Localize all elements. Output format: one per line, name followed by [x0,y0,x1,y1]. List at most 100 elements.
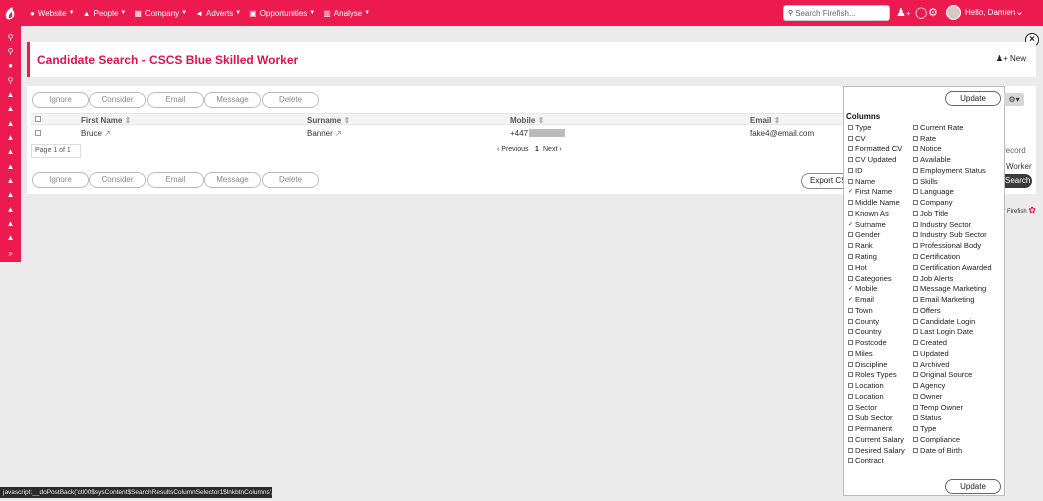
lightbulb-icon[interactable]: ◯ [915,6,927,20]
column-checkbox[interactable] [913,383,918,389]
column-checkbox[interactable] [848,447,853,453]
column-checkbox[interactable] [848,383,853,389]
column-checkbox[interactable] [848,329,853,335]
nav-item-analyse[interactable]: ▥ Analyse ▼ [323,9,370,18]
column-checkbox[interactable] [913,318,918,324]
column-option[interactable]: ✓ Surname [848,219,886,230]
pager-current[interactable]: 1 [535,146,539,153]
column-checkbox[interactable] [913,253,918,259]
firefish-logo-icon[interactable] [4,5,18,21]
column-checkbox[interactable] [848,340,853,346]
person-icon[interactable]: ▲ [5,204,16,215]
column-checkbox[interactable] [848,404,853,410]
column-option[interactable]: Industry Sub Sector [913,230,987,241]
column-option[interactable]: CV [848,133,866,144]
column-checkbox[interactable] [848,200,853,206]
column-checkbox[interactable] [913,436,918,442]
column-option[interactable]: Industry Sector [913,219,971,230]
column-option[interactable]: Agency [913,380,945,391]
column-option[interactable]: Discipline [848,359,888,370]
column-option[interactable]: Candidate Login [913,316,975,327]
column-checkbox[interactable] [848,232,853,238]
column-checkbox[interactable] [848,350,853,356]
column-checkbox[interactable] [848,124,853,130]
column-checkbox[interactable] [848,135,853,141]
avatar[interactable] [946,5,961,20]
row-surname[interactable]: Banner ↗ [307,129,342,138]
column-option[interactable]: Contract [848,456,884,467]
column-option[interactable]: CV Updated [848,154,896,165]
column-checkbox[interactable] [848,243,853,249]
globe-icon[interactable]: ● [5,60,16,71]
column-checkbox[interactable] [913,372,918,378]
column-checkbox[interactable] [848,146,853,152]
column-option[interactable]: Company [913,197,953,208]
column-option[interactable]: Job Title [913,208,948,219]
person-icon[interactable]: ▲ [5,232,16,243]
column-option[interactable]: Created [913,337,947,348]
column-checkbox[interactable] [848,157,853,163]
person-icon[interactable]: ▲ [5,175,16,186]
column-option[interactable]: Certification [913,251,960,262]
row-first-name[interactable]: Bruce ↗ [81,129,111,138]
column-option[interactable]: Skills [913,176,938,187]
column-option[interactable]: Temp Owner [913,402,963,413]
column-option[interactable]: Current Salary [848,434,904,445]
pager-next[interactable]: Next › [543,146,562,153]
column-checkbox[interactable] [913,415,918,421]
header-mobile[interactable]: Mobile ⇕ [510,116,544,125]
column-option[interactable]: Owner [913,391,942,402]
person-icon[interactable]: ▲ [5,161,16,172]
column-option[interactable]: Language [913,187,954,198]
chevron-down-icon[interactable]: ⌄ [1015,5,1024,18]
column-checkbox[interactable] [848,458,853,464]
delete-button[interactable]: Delete [262,172,319,188]
column-checkbox[interactable] [848,372,853,378]
nav-item-website[interactable]: ● Website ▼ [30,9,75,18]
column-checkbox[interactable] [913,286,918,292]
column-option[interactable]: Status [913,413,942,424]
column-option[interactable]: Type [848,122,871,133]
person-icon[interactable]: ▲ [5,132,16,143]
column-checkbox[interactable] [848,415,853,421]
column-option[interactable]: Certification Awarded [913,262,992,273]
column-checkbox[interactable] [913,189,918,195]
column-option[interactable]: Message Marketing [913,283,986,294]
column-option[interactable]: Available [913,154,951,165]
column-checkbox[interactable] [913,329,918,335]
column-checkbox[interactable] [913,275,918,281]
column-option[interactable]: Current Rate [913,122,963,133]
column-checkbox[interactable] [913,404,918,410]
person-icon[interactable]: ▲ [5,89,16,100]
column-checkbox[interactable] [848,318,853,324]
ignore-button[interactable]: Ignore [32,92,89,108]
column-checkbox[interactable] [913,178,918,184]
user-greeting[interactable]: Hello, Damien [965,8,1015,17]
column-option[interactable]: ✓ First Name [848,187,892,198]
column-option[interactable]: Postcode [848,337,887,348]
column-option[interactable]: Type [913,423,936,434]
column-option[interactable]: Hot [848,262,867,273]
header-first-name[interactable]: First Name ⇕ [81,116,131,125]
new-button[interactable]: ♟+ New [996,54,1026,63]
consider-button[interactable]: Consider [89,92,146,108]
column-checkbox[interactable] [913,221,918,227]
column-checkbox[interactable] [913,297,918,303]
column-checkbox[interactable] [913,393,918,399]
column-checkbox[interactable] [913,447,918,453]
search-button[interactable]: Search [1003,174,1032,188]
column-checkbox[interactable] [913,350,918,356]
column-checkbox[interactable] [913,124,918,130]
column-option[interactable]: Email Marketing [913,294,974,305]
column-option[interactable]: Location [848,391,884,402]
column-option[interactable]: Sub Sector [848,413,893,424]
gear-icon[interactable]: ⚙▾ [1004,93,1024,106]
column-checkbox[interactable] [913,426,918,432]
column-option[interactable]: ID [848,165,863,176]
column-checkbox[interactable] [913,264,918,270]
email-button[interactable]: Email [147,172,204,188]
column-checkbox[interactable] [913,232,918,238]
column-option[interactable]: Location [848,380,884,391]
column-option[interactable]: Roles Types [848,369,897,380]
column-option[interactable]: Employment Status [913,165,986,176]
